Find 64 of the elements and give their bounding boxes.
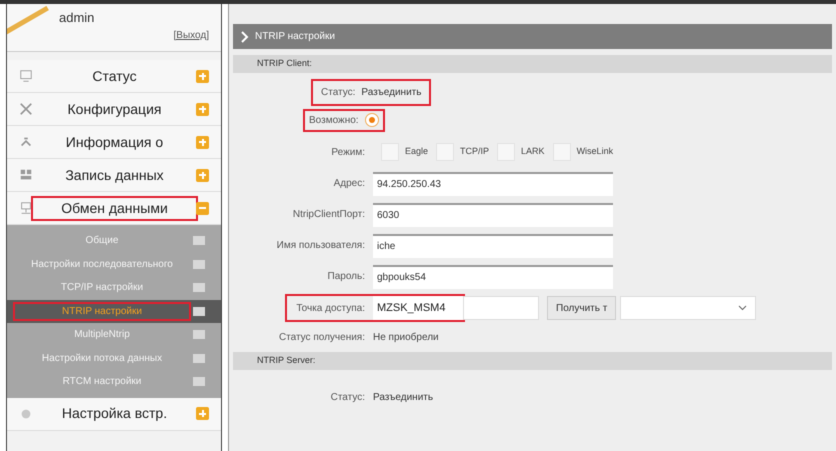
menu-item[interactable]: Информация о bbox=[7, 126, 221, 159]
username: admin bbox=[59, 9, 96, 27]
menu-item[interactable]: Запись данных bbox=[7, 159, 221, 192]
menu-item[interactable]: Конфигурация bbox=[7, 93, 221, 126]
get-button[interactable]: Получить т bbox=[547, 296, 616, 320]
checkbox-label: LARK bbox=[521, 145, 545, 158]
menu-label: Настройка встр. bbox=[60, 404, 168, 423]
text-field[interactable]: iche bbox=[373, 234, 613, 258]
section-header: NTRIP Server: bbox=[233, 352, 832, 370]
radio-button[interactable] bbox=[364, 113, 379, 127]
text-field[interactable]: 6030 bbox=[373, 202, 613, 226]
field-label: NtripClientПорт: bbox=[292, 208, 366, 222]
menu-label: Конфигурация bbox=[66, 100, 162, 119]
menu-label: Статус bbox=[91, 66, 138, 86]
checkbox-label: Eagle bbox=[405, 145, 428, 158]
collapse-icon[interactable] bbox=[196, 202, 209, 214]
section-header: NTRIP Client: bbox=[233, 55, 832, 73]
field-label: Имя пользователя: bbox=[276, 239, 366, 253]
submenu-label: MultipleNtrip bbox=[73, 328, 131, 342]
menu-item[interactable]: Обмен данными bbox=[7, 192, 221, 225]
checkbox-label: WiseLink bbox=[576, 145, 614, 158]
menu-label: Запись данных bbox=[64, 166, 165, 185]
monitor-icon bbox=[19, 69, 33, 83]
expand-icon[interactable] bbox=[196, 102, 209, 116]
field-label: Возможно: bbox=[309, 114, 359, 128]
checkbox-label: TCP/IP bbox=[460, 145, 490, 158]
field-label: Статус получения: bbox=[278, 330, 366, 344]
submenu-label: NTRIP настройки bbox=[15, 304, 189, 319]
status-value: Разъединить bbox=[361, 86, 422, 100]
submenu-label: Настройки потока данных bbox=[40, 352, 164, 366]
expand-icon[interactable] bbox=[196, 407, 209, 420]
text-field[interactable]: gbpouks54 bbox=[373, 264, 613, 288]
field-label: Режим: bbox=[330, 146, 366, 160]
menu-label: Информация о bbox=[64, 132, 164, 152]
chevron-down-icon bbox=[738, 305, 748, 311]
page-title: NTRIP настройки bbox=[255, 30, 335, 44]
field-label: Адрес: bbox=[332, 177, 366, 191]
expand-icon[interactable] bbox=[196, 168, 209, 182]
submenu-label: TCP/IP настройки bbox=[60, 281, 144, 296]
menu-label: Обмен данными bbox=[33, 198, 196, 218]
field-label: Статус: bbox=[321, 86, 356, 100]
network-icon bbox=[19, 201, 33, 215]
submenu-label: Общие bbox=[84, 234, 120, 248]
submenu-label: RTCM настройки bbox=[62, 375, 142, 390]
expand-icon[interactable] bbox=[196, 70, 209, 82]
tools-icon bbox=[19, 102, 33, 116]
chevron-right-icon bbox=[241, 30, 249, 42]
status-value: Разъединить bbox=[373, 390, 434, 404]
submenu-label: Настройки последовательного bbox=[30, 258, 174, 272]
field-label: Статус: bbox=[330, 390, 366, 404]
menu-item[interactable]: Статус bbox=[7, 60, 221, 93]
receive-status-value: Не приобрели bbox=[373, 330, 439, 344]
minus-icon[interactable] bbox=[193, 306, 205, 316]
text-field[interactable]: 94.250.250.43 bbox=[373, 172, 613, 196]
field-label: Пароль: bbox=[326, 270, 366, 284]
expand-icon[interactable] bbox=[196, 136, 209, 148]
text-field[interactable] bbox=[463, 296, 539, 320]
mountpoint-field[interactable]: MZSK_MSM4 bbox=[373, 296, 463, 320]
field-label: Точка доступа: bbox=[295, 302, 366, 316]
menu-item[interactable]: Настройка встр. bbox=[7, 398, 221, 430]
grid-icon bbox=[19, 168, 33, 182]
logout-link[interactable]: [Выход] bbox=[174, 28, 209, 42]
dropdown[interactable] bbox=[620, 296, 756, 320]
circle-icon bbox=[19, 406, 33, 420]
